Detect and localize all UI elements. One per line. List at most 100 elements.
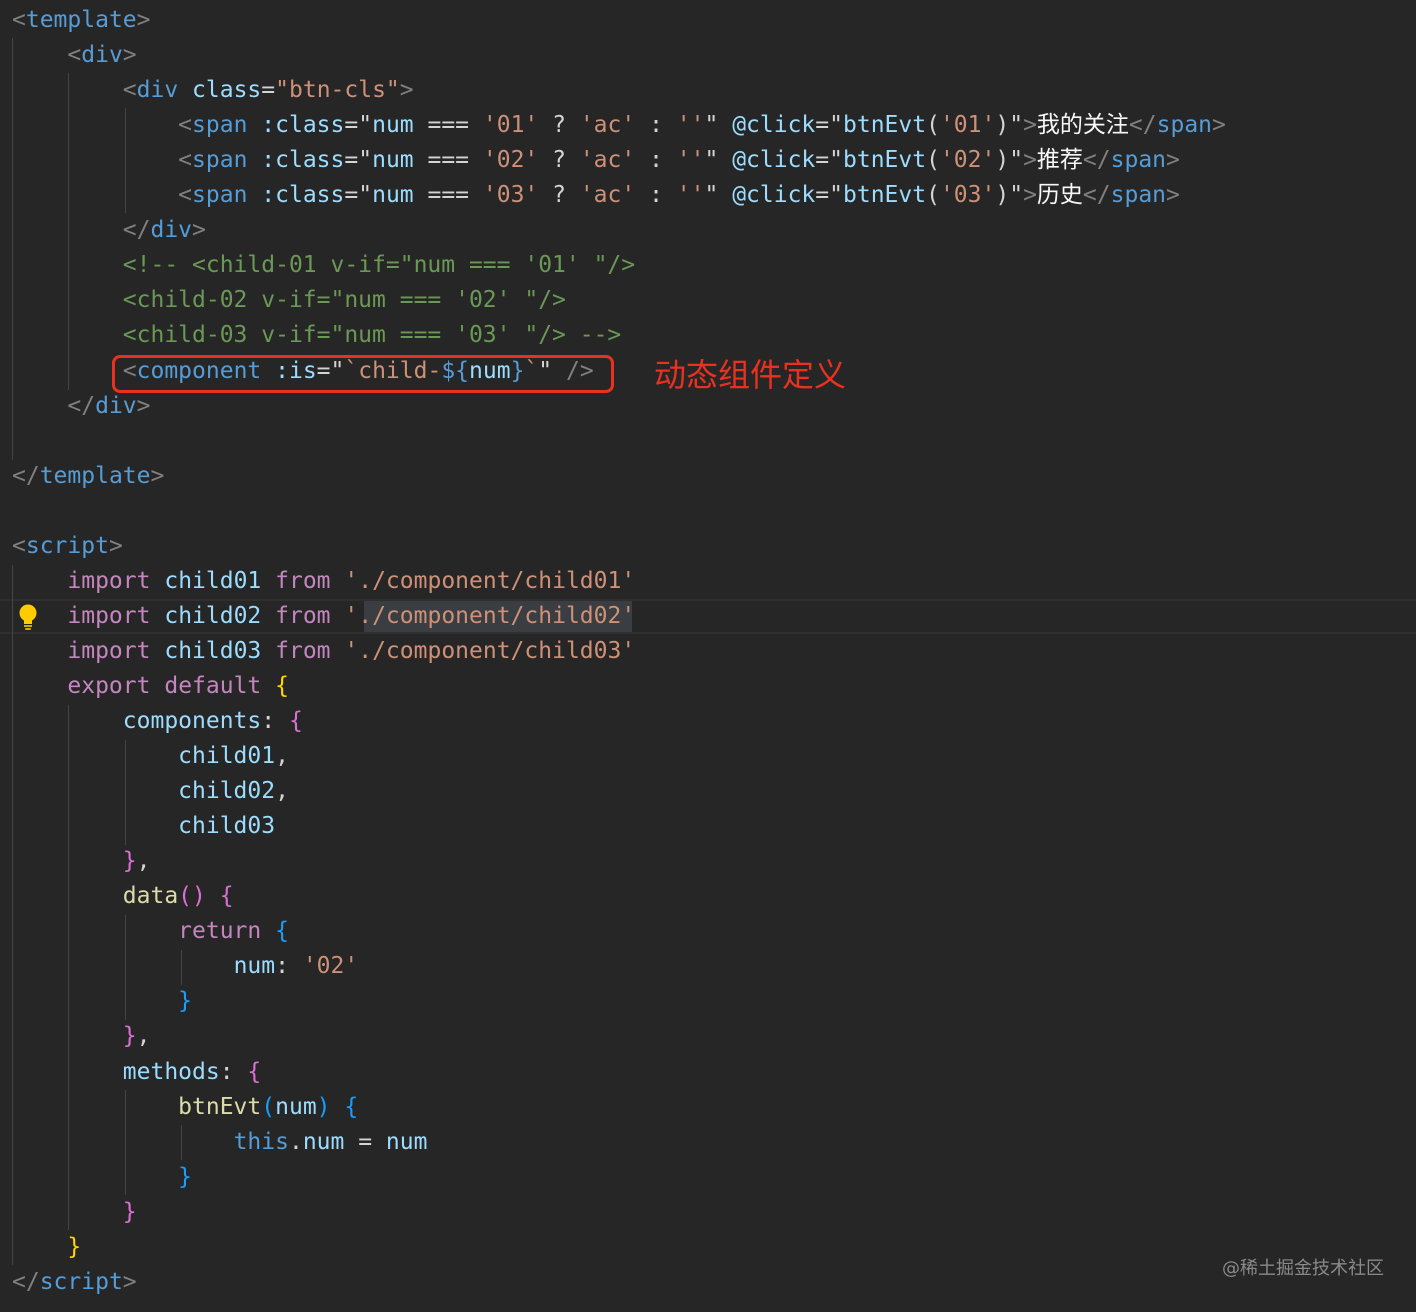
code-token: </ bbox=[12, 1268, 40, 1295]
code-token: : bbox=[261, 708, 289, 734]
code-line: <script> bbox=[12, 529, 123, 564]
code-line: child02, bbox=[12, 774, 289, 809]
code-token: > bbox=[399, 77, 414, 104]
code-token: child01 bbox=[178, 743, 276, 770]
code-token: > bbox=[122, 42, 137, 69]
code-token: ) bbox=[316, 1093, 331, 1120]
code-token: <child-03 v-if="num === '03' "/> --> bbox=[122, 322, 622, 349]
code-token: < bbox=[12, 532, 26, 559]
code-token: btnEvt bbox=[178, 1093, 262, 1120]
code-token: </ bbox=[1128, 112, 1157, 139]
code-line: <span :class="num === '02' ? 'ac' : ''" … bbox=[12, 143, 1180, 178]
code-token: > bbox=[1023, 112, 1037, 139]
code-token: span bbox=[192, 147, 248, 174]
code-token: num bbox=[372, 147, 414, 174]
code-token: > bbox=[1212, 112, 1226, 139]
code-token: === bbox=[413, 182, 483, 209]
code-line: </script> bbox=[12, 1265, 137, 1300]
code-token: '03' bbox=[482, 182, 539, 209]
code-token: : bbox=[275, 953, 303, 980]
code-token: './component/child01' bbox=[344, 567, 636, 594]
code-line: child03 bbox=[12, 809, 275, 844]
code-editor[interactable]: <template> <div> <div class="btn-cls"> <… bbox=[0, 0, 1416, 1312]
code-token: > bbox=[1166, 182, 1180, 209]
code-token: @click bbox=[732, 112, 816, 139]
code-token: > bbox=[192, 217, 206, 244]
code-token: '02' bbox=[302, 953, 359, 980]
code-token: < bbox=[122, 77, 137, 104]
code-token: this bbox=[233, 1128, 289, 1155]
code-token: <!-- <child-01 v-if="num === '01' "/> bbox=[122, 252, 636, 279]
code-token: div bbox=[150, 217, 193, 244]
code-token: 'ac' bbox=[579, 147, 636, 174]
code-token: @click bbox=[732, 147, 816, 174]
code-line: </div> bbox=[12, 213, 206, 248]
code-token: components bbox=[122, 708, 262, 734]
code-line: <template> bbox=[12, 3, 151, 38]
code-token: " bbox=[1009, 112, 1024, 139]
code-token: span bbox=[192, 182, 248, 209]
code-line: <span :class="num === '01' ? 'ac' : ''" … bbox=[12, 108, 1226, 143]
code-token: " bbox=[1009, 182, 1024, 209]
code-token: } bbox=[122, 1023, 137, 1050]
lightbulb-icon[interactable] bbox=[16, 602, 40, 632]
code-token: './component/child02' bbox=[344, 602, 636, 629]
code-line: </div> bbox=[12, 389, 150, 424]
code-token: > bbox=[136, 7, 151, 33]
code-line: } bbox=[12, 1230, 81, 1265]
code-token: ? bbox=[538, 112, 580, 139]
code-token: " bbox=[358, 112, 373, 139]
code-line: }, bbox=[12, 1019, 151, 1054]
code-token: () bbox=[178, 883, 206, 910]
code-token: = bbox=[344, 182, 359, 209]
code-token: " bbox=[829, 147, 843, 174]
code-token: ) bbox=[995, 112, 1010, 139]
code-token: ? bbox=[538, 147, 580, 174]
code-token: > bbox=[122, 1268, 137, 1295]
code-line: components: { bbox=[12, 704, 303, 739]
code-token: './component/child03' bbox=[344, 637, 636, 664]
code-token: 'ac' bbox=[579, 182, 636, 209]
code-line: } bbox=[12, 984, 192, 1019]
code-token: from bbox=[275, 637, 331, 664]
code-token: < bbox=[178, 147, 193, 174]
code-token: === bbox=[413, 147, 483, 174]
code-line: import child03 from './component/child03… bbox=[12, 634, 635, 669]
code-token: } bbox=[178, 988, 193, 1015]
code-token: from bbox=[275, 602, 331, 629]
code-token: ( bbox=[926, 112, 940, 139]
code-token: < bbox=[178, 112, 193, 139]
code-token: , bbox=[275, 778, 289, 805]
code-token: from bbox=[275, 567, 331, 594]
code-token: template bbox=[25, 7, 137, 33]
code-token: = bbox=[815, 147, 830, 174]
code-line: export default { bbox=[12, 669, 289, 704]
code-line: <div> bbox=[12, 38, 137, 73]
code-line: <div class="btn-cls"> bbox=[12, 73, 414, 108]
code-token: span bbox=[192, 112, 248, 139]
code-token: '' bbox=[676, 112, 705, 139]
code-token: { bbox=[275, 918, 289, 945]
code-line: <child-03 v-if="num === '03' "/> --> bbox=[12, 318, 622, 353]
code-token: '02' bbox=[482, 147, 539, 174]
